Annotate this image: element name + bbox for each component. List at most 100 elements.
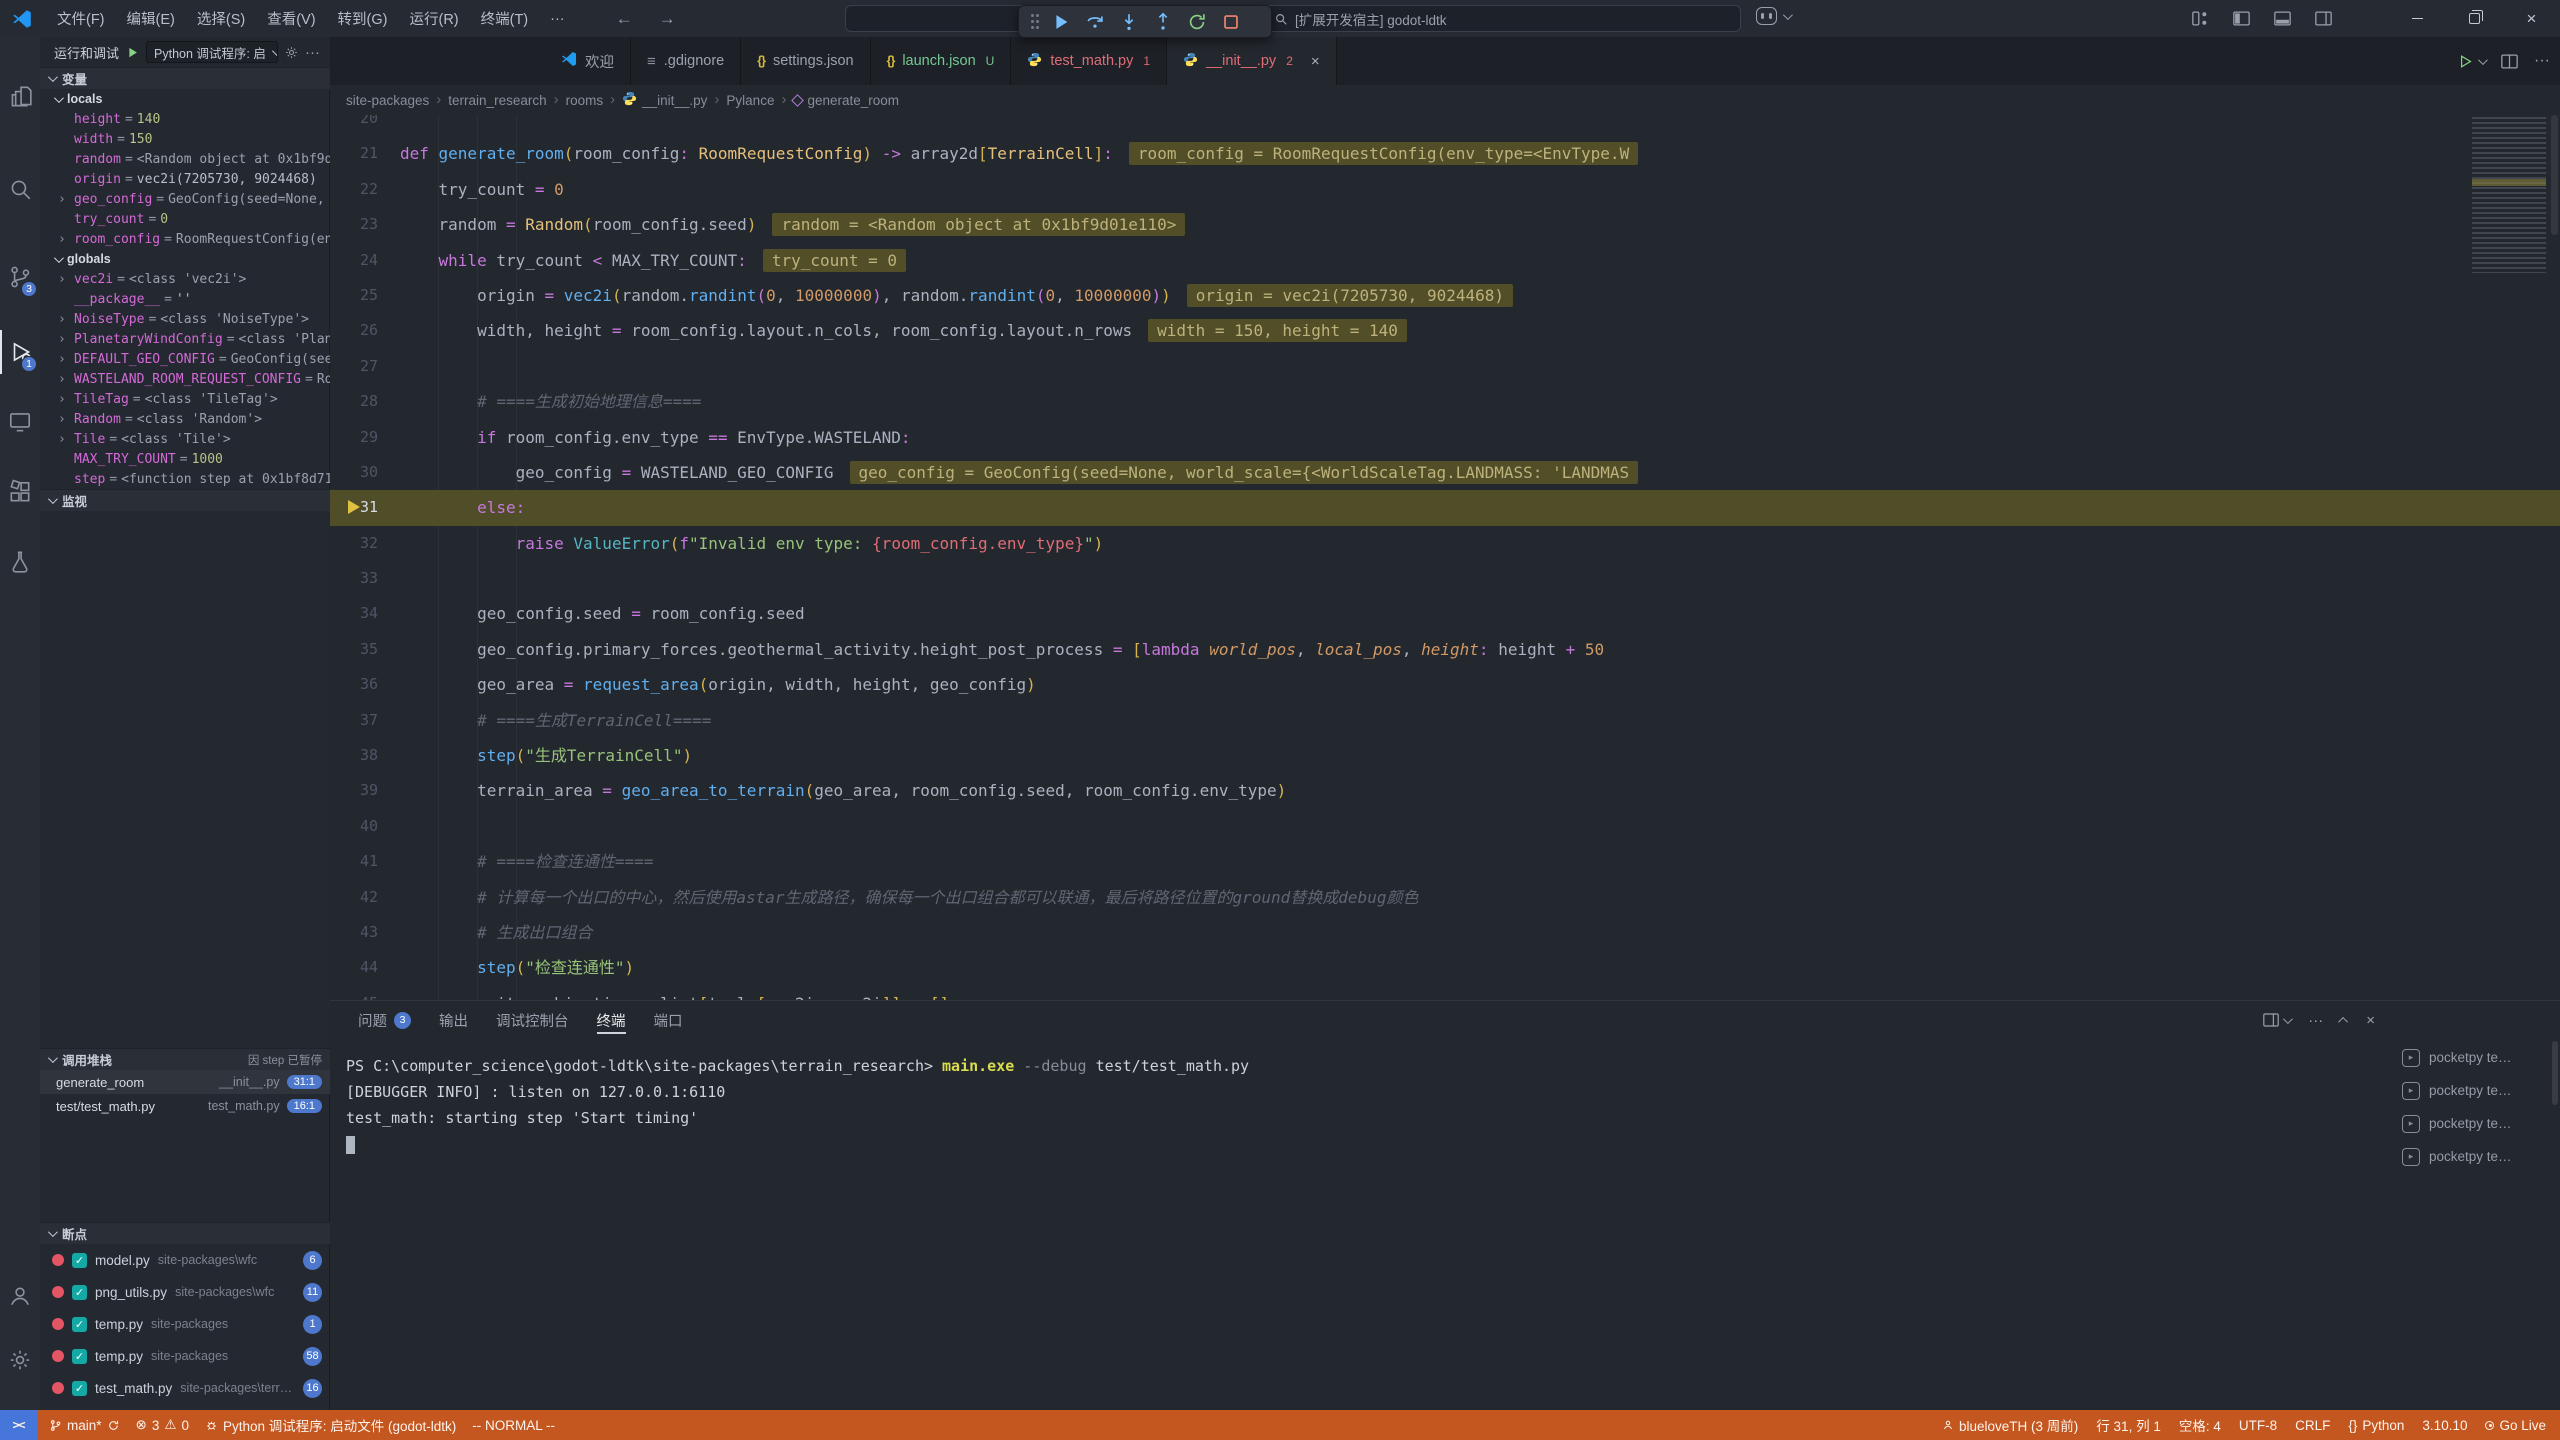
close-panel-icon[interactable]: × bbox=[2366, 1012, 2375, 1029]
variable-row[interactable]: width=150 bbox=[40, 129, 330, 149]
breakpoint-row[interactable]: ✓temp.pysite-packages1 bbox=[40, 1308, 330, 1340]
cursor-position-item[interactable]: 行 31, 列 1 bbox=[2096, 1415, 2161, 1435]
toggle-secondary-sidebar-icon[interactable] bbox=[2315, 11, 2332, 26]
debug-session-item[interactable]: Python 调试程序: 启动文件 (godot-ldtk) bbox=[205, 1415, 456, 1435]
tab-launch.json[interactable]: {}launch.jsonU bbox=[871, 37, 1012, 85]
stop-button[interactable] bbox=[1216, 8, 1246, 36]
breadcrumb-item[interactable]: site-packages bbox=[346, 93, 429, 108]
variable-row[interactable]: origin=vec2i(7205730, 9024468) bbox=[40, 169, 330, 189]
breadcrumb-item[interactable]: terrain_research bbox=[448, 93, 546, 108]
terminal-instance[interactable]: ▸pocketpy te… bbox=[2390, 1074, 2560, 1107]
forward-icon[interactable]: → bbox=[659, 9, 676, 29]
tasks-scrollbar[interactable] bbox=[2552, 1041, 2558, 1105]
menu-item-6[interactable]: 终端(T) bbox=[470, 0, 540, 37]
breadcrumb-item[interactable]: rooms bbox=[566, 93, 604, 108]
tab-test_math.py[interactable]: test_math.py1 bbox=[1011, 37, 1167, 85]
language-mode-item[interactable]: {} Python bbox=[2348, 1418, 2404, 1433]
code-line-28[interactable]: 28 # ====生成初始地理信息==== bbox=[330, 384, 2560, 419]
watch-section-header[interactable]: 监视 bbox=[40, 489, 330, 511]
gitlens-blame-item[interactable]: blueloveTH (3 周前) bbox=[1942, 1415, 2078, 1435]
code-line-30[interactable]: 30 geo_config = WASTELAND_GEO_CONFIGgeo_… bbox=[330, 455, 2560, 490]
code-line-40[interactable]: 40 bbox=[330, 809, 2560, 844]
toggle-primary-sidebar-icon[interactable] bbox=[2233, 11, 2250, 26]
code-line-43[interactable]: 43 # 生成出口组合 bbox=[330, 915, 2560, 950]
tab-settings.json[interactable]: {}settings.json bbox=[741, 37, 870, 85]
code-line-37[interactable]: 37 # ====生成TerrainCell==== bbox=[330, 703, 2560, 738]
editor-scrollbar[interactable] bbox=[2549, 115, 2560, 1000]
customize-layout-icon[interactable] bbox=[2192, 11, 2209, 26]
activity-item-settings[interactable] bbox=[0, 1338, 40, 1382]
checkbox-checked[interactable]: ✓ bbox=[72, 1285, 87, 1300]
call-stack-section-header[interactable]: 调用堆栈 因 step 已暂停 bbox=[40, 1048, 330, 1070]
close-button[interactable]: × bbox=[2503, 0, 2560, 37]
variable-row[interactable]: random=<Random object at 0x1bf9d01e… bbox=[40, 149, 330, 169]
menu-item-1[interactable]: 编辑(E) bbox=[116, 0, 186, 37]
checkbox-checked[interactable]: ✓ bbox=[72, 1349, 87, 1364]
panel-tab-问题[interactable]: 问题3 bbox=[346, 1001, 423, 1039]
tab-.gdignore[interactable]: ≡.gdignore bbox=[631, 37, 741, 85]
menu-item-4[interactable]: 转到(G) bbox=[327, 0, 399, 37]
indentation-item[interactable]: 空格: 4 bbox=[2179, 1415, 2221, 1435]
terminal-instance[interactable]: ▸pocketpy te… bbox=[2390, 1140, 2560, 1173]
terminal-instance[interactable]: ▸pocketpy te… bbox=[2390, 1041, 2560, 1074]
eol-item[interactable]: CRLF bbox=[2295, 1418, 2330, 1433]
breadcrumb-item[interactable]: generate_room bbox=[793, 93, 899, 108]
code-line-34[interactable]: 34 geo_config.seed = room_config.seed bbox=[330, 596, 2560, 631]
copilot-button[interactable] bbox=[1756, 7, 1790, 25]
breakpoint-row[interactable]: ✓test_math.pysite-packages\terrain_res…1… bbox=[40, 1372, 330, 1404]
terminal-instance[interactable]: ▸pocketpy te… bbox=[2390, 1107, 2560, 1140]
code-line-33[interactable]: 33 bbox=[330, 561, 2560, 596]
stack-frame[interactable]: test/test_math.pytest_math.py16:1 bbox=[40, 1094, 330, 1118]
variable-row[interactable]: ›WASTELAND_ROOM_REQUEST_CONFIG=RoomR… bbox=[40, 369, 330, 389]
breakpoint-row[interactable]: ✓model.pysite-packages\wfc6 bbox=[40, 1244, 330, 1276]
close-icon[interactable]: × bbox=[1311, 53, 1320, 70]
minimap[interactable] bbox=[2472, 117, 2546, 273]
problems-item[interactable]: ⊗3 ⚠0 bbox=[136, 1417, 189, 1433]
code-line-24[interactable]: 24 while try_count < MAX_TRY_COUNT:try_c… bbox=[330, 243, 2560, 278]
menu-item-2[interactable]: 选择(S) bbox=[186, 0, 256, 37]
toggle-panel-icon[interactable] bbox=[2274, 11, 2291, 26]
variable-row[interactable]: ›PlanetaryWindConfig=<class 'Planeta… bbox=[40, 329, 330, 349]
drag-handle[interactable] bbox=[1031, 20, 1034, 23]
code-line-27[interactable]: 27 bbox=[330, 349, 2560, 384]
panel-tab-终端[interactable]: 终端 bbox=[585, 1001, 638, 1039]
activity-item-explorer[interactable] bbox=[0, 75, 40, 119]
tab-__init__.py[interactable]: __init__.py2× bbox=[1167, 37, 1337, 85]
gear-icon[interactable] bbox=[284, 45, 299, 60]
continue-button[interactable] bbox=[1046, 8, 1076, 36]
breadcrumb-item[interactable]: __init__.py bbox=[622, 91, 707, 109]
variable-row[interactable]: __package__='' bbox=[40, 289, 330, 309]
code-editor[interactable]: 2021def generate_room(room_config: RoomR… bbox=[330, 115, 2560, 1000]
code-line-39[interactable]: 39 terrain_area = geo_area_to_terrain(ge… bbox=[330, 773, 2560, 808]
variable-row[interactable]: ›vec2i=<class 'vec2i'> bbox=[40, 269, 330, 289]
code-line-32[interactable]: 32 raise ValueError(f"Invalid env type: … bbox=[330, 526, 2560, 561]
step-over-button[interactable] bbox=[1080, 8, 1110, 36]
launch-config-dropdown[interactable]: Python 调试程序: 启 bbox=[146, 41, 278, 63]
code-line-36[interactable]: 36 geo_area = request_area(origin, width… bbox=[330, 667, 2560, 702]
variable-row[interactable]: MAX_TRY_COUNT=1000 bbox=[40, 449, 330, 469]
step-into-button[interactable] bbox=[1114, 8, 1144, 36]
more-actions-icon[interactable]: ··· bbox=[2534, 52, 2550, 70]
panel-tab-调试控制台[interactable]: 调试控制台 bbox=[484, 1001, 581, 1039]
restart-button[interactable] bbox=[1182, 8, 1212, 36]
activity-item-source-control[interactable]: 3 bbox=[0, 255, 40, 299]
code-line-20[interactable]: 20 bbox=[330, 115, 2560, 136]
restore-button[interactable] bbox=[2446, 0, 2503, 37]
variables-group-locals[interactable]: locals bbox=[40, 89, 330, 109]
variable-row[interactable]: ›geo_config=GeoConfig(seed=None, wor… bbox=[40, 189, 330, 209]
code-line-42[interactable]: 42 # 计算每一个出口的中心，然后使用astar生成路径，确保每一个出口组合都… bbox=[330, 880, 2560, 915]
menu-item-3[interactable]: 查看(V) bbox=[256, 0, 326, 37]
breakpoint-row[interactable]: ✓temp.pysite-packages58 bbox=[40, 1340, 330, 1372]
panel-tab-端口[interactable]: 端口 bbox=[642, 1001, 695, 1039]
variable-row[interactable]: ›NoiseType=<class 'NoiseType'> bbox=[40, 309, 330, 329]
variable-row[interactable]: step=<function step at 0x1bf8d716d bbox=[40, 469, 330, 489]
breakpoint-row[interactable]: ✓png_utils.pysite-packages\wfc11 bbox=[40, 1276, 330, 1308]
menu-item-5[interactable]: 运行(R) bbox=[398, 0, 469, 37]
activity-item-extensions[interactable] bbox=[0, 470, 40, 514]
go-live-item[interactable]: Go Live bbox=[2485, 1418, 2546, 1433]
code-line-45[interactable]: 45 exit_combinations: list[tuple[vec2i, … bbox=[330, 986, 2560, 1000]
python-version-item[interactable]: 3.10.10 bbox=[2422, 1418, 2467, 1433]
code-line-41[interactable]: 41 # ====检查连通性==== bbox=[330, 844, 2560, 879]
more-actions-icon[interactable]: ··· bbox=[305, 44, 320, 61]
activity-item-accounts[interactable] bbox=[0, 1274, 40, 1318]
